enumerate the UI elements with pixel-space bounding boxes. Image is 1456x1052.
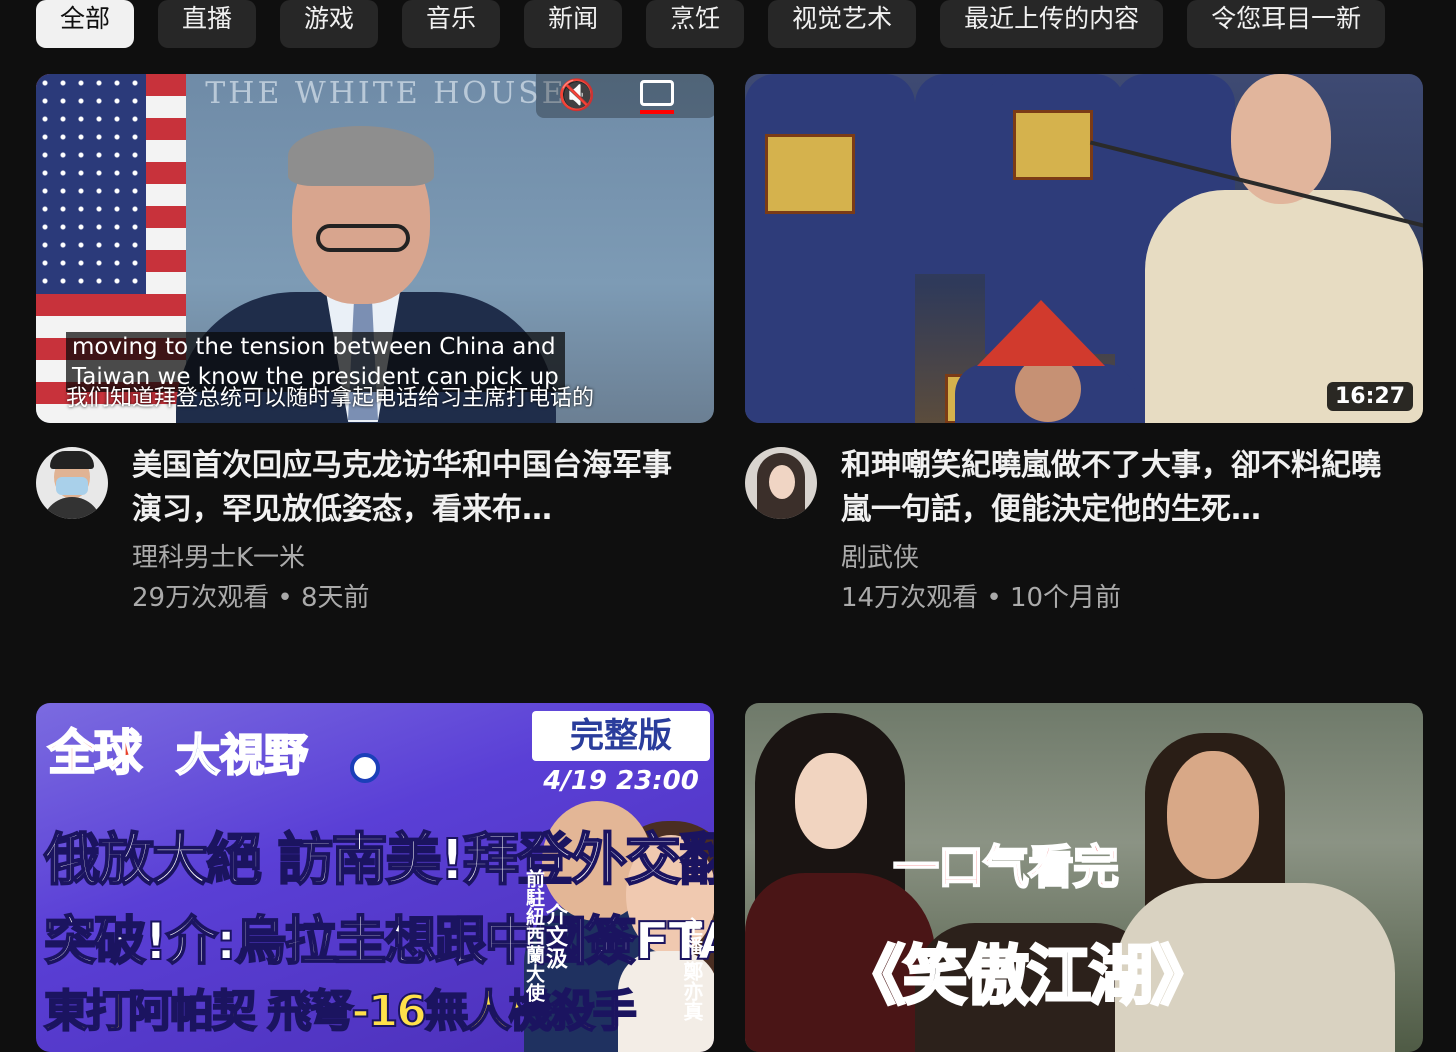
- thumbnail-overlay-title: 《笑傲江湖》: [840, 939, 1217, 1016]
- caption-line: moving to the tension between China and: [72, 334, 556, 360]
- official-robe: [745, 74, 915, 423]
- mute-icon[interactable]: 🔇: [558, 78, 595, 113]
- video-text: 和珅嘲笑紀曉嵐做不了大事，卻不料紀曉嵐一句話，便能決定他的生死… 剧武侠 14万…: [841, 447, 1381, 618]
- captions-active-indicator: [640, 110, 674, 114]
- avatar-hair: [50, 451, 94, 469]
- flag-canton-graphic: [36, 74, 146, 294]
- avatar-shirt: [42, 497, 102, 519]
- speaker-hair: [288, 126, 434, 186]
- video-meta: 美国首次回应马克龙访华和中国台海军事演习，罕见放低姿态，看来布… 理科男士K一米…: [36, 447, 714, 618]
- backdrop-seal-text: THE WHITE HOUSE: [205, 76, 567, 111]
- video-thumbnail[interactable]: 全球 大視野 完整版 4/19 23:00 俄放大絕 訪南美!拜登外交翻車 突破…: [36, 703, 714, 1052]
- hardcoded-subtitle: 我们知道拜登总统可以随时拿起电话给习主席打电话的: [66, 386, 595, 411]
- chip-recently-uploaded[interactable]: 最近上传的内容: [940, 0, 1164, 48]
- chip-visual-arts[interactable]: 视觉艺术: [768, 0, 917, 48]
- air-date-badge: 4/19 23:00: [543, 766, 699, 796]
- chip-cooking[interactable]: 烹饪: [646, 0, 745, 48]
- thumbnail-headline: 東打阿帕契 飛弩-16無人機殺手: [43, 985, 638, 1038]
- video-card[interactable]: THE WHITE HOUSE 🔇 moving to the tension …: [36, 74, 714, 618]
- channel-avatar[interactable]: [745, 447, 817, 519]
- captions-icon[interactable]: [640, 80, 674, 106]
- video-thumbnail[interactable]: THE WHITE HOUSE 🔇 moving to the tension …: [36, 74, 714, 423]
- video-card[interactable]: 全球 大視野 完整版 4/19 23:00 俄放大絕 訪南美!拜登外交翻車 突破…: [36, 703, 714, 1052]
- avatar-mask: [56, 477, 88, 495]
- category-chip-bar: 全部 直播 游戏 音乐 新闻 烹饪 视觉艺术 最近上传的内容 令您耳目一新: [36, 0, 1386, 50]
- video-stats: 29万次观看 • 8天前: [132, 583, 370, 613]
- thumbnail-headline: 俄放大絕 訪南美!拜登外交翻車: [43, 827, 714, 894]
- video-meta: 和珅嘲笑紀曉嵐做不了大事，卻不料紀曉嵐一句話，便能決定他的生死… 剧武侠 14万…: [745, 447, 1423, 618]
- host-name-label: 鄭亦真: [680, 961, 704, 1021]
- video-text: 美国首次回应马克龙访华和中国台海军事演习，罕见放低姿态，看来布… 理科男士K一米…: [132, 447, 672, 618]
- video-title[interactable]: 美国首次回应马克龙访华和中国台海军事演习，罕见放低姿态，看来布…: [132, 444, 672, 532]
- video-duration: 16:27: [1326, 382, 1413, 411]
- magnifier-icon: [350, 753, 380, 783]
- video-thumbnail[interactable]: 一口气看完 《笑傲江湖》: [745, 703, 1423, 1052]
- rank-badge: [1013, 110, 1093, 180]
- video-thumbnail[interactable]: 16:27: [745, 74, 1423, 423]
- thumbnail-headline: 突破!介:烏拉圭想跟中國簽FTA: [43, 911, 714, 973]
- show-logo-quanqiu: 全球: [47, 724, 143, 782]
- chip-all[interactable]: 全部: [36, 0, 135, 48]
- chip-live[interactable]: 直播: [158, 0, 257, 48]
- hero-face: [1167, 751, 1259, 879]
- show-logo-dashiye: 大視野: [175, 729, 309, 782]
- speaker-glasses: [316, 224, 410, 252]
- chip-gaming[interactable]: 游戏: [280, 0, 379, 48]
- chip-music[interactable]: 音乐: [402, 0, 501, 48]
- heshen-face: [1231, 74, 1331, 204]
- channel-name[interactable]: 理科男士K一米: [132, 538, 672, 578]
- guest-name-label: 介文汲: [542, 903, 567, 969]
- video-card[interactable]: 16:27 和珅嘲笑紀曉嵐做不了大事，卻不料紀曉嵐一句話，便能決定他的生死… 剧…: [745, 74, 1423, 618]
- full-version-badge: 完整版: [532, 711, 710, 761]
- guest-title-label: 前駐紐西蘭大使: [523, 869, 545, 1002]
- chip-news[interactable]: 新闻: [524, 0, 623, 48]
- rank-badge: [765, 134, 855, 214]
- channel-name[interactable]: 剧武侠: [841, 538, 1381, 578]
- chip-new-to-you[interactable]: 令您耳目一新: [1187, 0, 1386, 48]
- video-stats: 14万次观看 • 10个月前: [841, 583, 1122, 613]
- channel-avatar[interactable]: [36, 447, 108, 519]
- host-title-label: 主播: [681, 917, 703, 955]
- thumbnail-overlay-text: 一口气看完: [892, 839, 1120, 895]
- heroine-face: [795, 753, 867, 849]
- avatar-face: [769, 465, 795, 499]
- video-title[interactable]: 和珅嘲笑紀曉嵐做不了大事，卻不料紀曉嵐一句話，便能決定他的生死…: [841, 444, 1381, 532]
- video-card[interactable]: 一口气看完 《笑傲江湖》: [745, 703, 1423, 1052]
